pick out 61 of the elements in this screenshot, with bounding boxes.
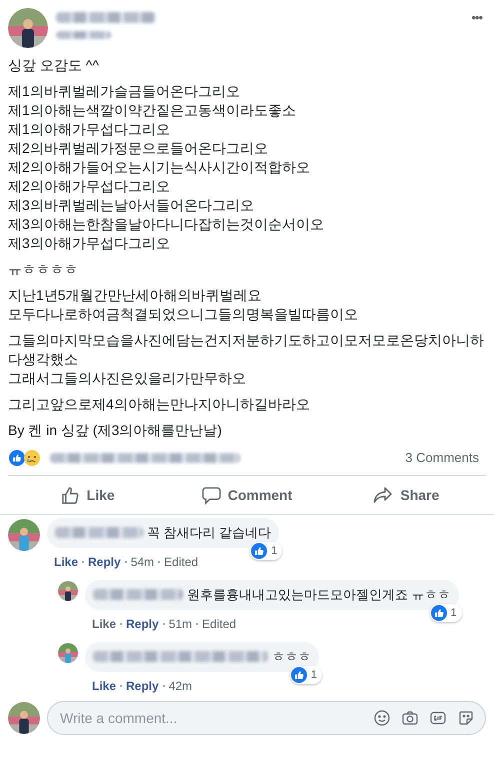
like-count-badge[interactable]: 1	[250, 542, 282, 560]
post-text-line: 다생각했소	[8, 350, 79, 369]
more-options-icon[interactable]: •••	[471, 8, 482, 28]
comment-time[interactable]: 54m	[130, 553, 154, 571]
post-text-line: 지난1년5개월간만난세아해의바퀴벌레요	[8, 286, 263, 305]
post-text-line: 제2의바퀴벌레가정문으로들어온다그리오	[8, 139, 269, 158]
post-text-line: 그들의마지막모습을사진에담는건지저분하기도하고이모저모로온당치아니하	[8, 331, 485, 350]
separator-dot-icon	[124, 561, 127, 563]
blurred-name	[56, 31, 111, 39]
thumbs-up-icon	[251, 543, 268, 559]
comments-count[interactable]: 3 Comments	[405, 448, 479, 468]
separator-dot-icon	[158, 561, 160, 563]
like-link[interactable]: Like	[92, 615, 116, 633]
comment-text: 꼭 참새다리 같습네다	[147, 525, 272, 541]
comment-time[interactable]: 51m	[168, 615, 192, 633]
thumbs-up-icon	[430, 605, 446, 621]
share-arrow-icon	[373, 486, 394, 504]
comment-text: ㅎㅎㅎ	[272, 649, 311, 665]
like-count-badge[interactable]: 1	[430, 604, 462, 622]
comment-text: 원후를흉내내고있는마드모아젤인게죠 ㅠㅎㅎ	[187, 587, 451, 603]
post-text-line: 제3의아해는한참을날아다니다잡히는것이순서이오	[8, 215, 325, 234]
like-button[interactable]: Like	[8, 484, 168, 506]
separator-dot-icon	[120, 623, 122, 625]
post-text-line: 제3의바퀴벌레는날아서들어온다그리오	[8, 196, 255, 215]
post-text-line: 제1의아해가무섭다그리오	[8, 120, 171, 139]
post-text-line: By 켄 in 싱갚 (제3의아해를만난날)	[8, 421, 223, 440]
reply-link[interactable]: Reply	[88, 553, 121, 571]
post-text-line: 제2의아해가들어오는시기는식사시간이적합하오	[8, 158, 311, 177]
reply-link[interactable]: Reply	[126, 677, 159, 695]
like-link[interactable]: Like	[92, 677, 116, 695]
comment-time[interactable]: 42m	[168, 677, 192, 695]
thumbs-up-icon	[60, 486, 80, 504]
smiley-icon[interactable]	[374, 710, 390, 726]
edited-label[interactable]: Edited	[202, 615, 236, 633]
sticker-icon[interactable]	[458, 710, 474, 726]
like-count-badge[interactable]: 1	[290, 666, 322, 684]
post-text-line: ㅠㅎㅎㅎㅎ	[8, 260, 79, 279]
post-text-line: 제3의아해가무섭다그리오	[8, 234, 171, 253]
post-text-line: 제1의아해는색깔이약간짙은고동색이라도좋소	[8, 101, 297, 120]
thumbs-up-icon	[290, 667, 307, 683]
post-text-line: 그리고앞으로제4의아해는만나지아니하길바라오	[8, 395, 311, 414]
comment-input[interactable]: Write a comment...	[47, 701, 486, 735]
post-text-line: 제1의바퀴벌레가슬금들어온다그리오	[8, 82, 241, 101]
edited-label[interactable]: Edited	[164, 553, 198, 571]
separator-dot-icon	[82, 561, 84, 563]
speech-bubble-icon	[202, 486, 221, 504]
share-button[interactable]: Share	[326, 484, 486, 506]
separator-dot-icon	[120, 685, 122, 687]
separator-dot-icon	[196, 623, 198, 625]
post-text-line: 모두다나로하여금척결되었으니그들의명복을빌따름이오	[8, 305, 359, 324]
like-link[interactable]: Like	[54, 553, 78, 571]
separator-dot-icon	[162, 685, 165, 687]
separator-dot-icon	[162, 623, 165, 625]
post-text-line: 싱갚 오감도 ^^	[8, 56, 100, 75]
comment-button[interactable]: Comment	[167, 484, 327, 506]
reactions-icon	[8, 449, 42, 467]
reply-link[interactable]: Reply	[126, 615, 159, 633]
post-text-line: 그래서그들의사진은있을리가만무하오	[8, 369, 247, 388]
gif-icon[interactable]	[430, 710, 446, 726]
camera-icon[interactable]	[402, 710, 418, 726]
post-text-line: 제2의아해가무섭다그리오	[8, 177, 171, 196]
